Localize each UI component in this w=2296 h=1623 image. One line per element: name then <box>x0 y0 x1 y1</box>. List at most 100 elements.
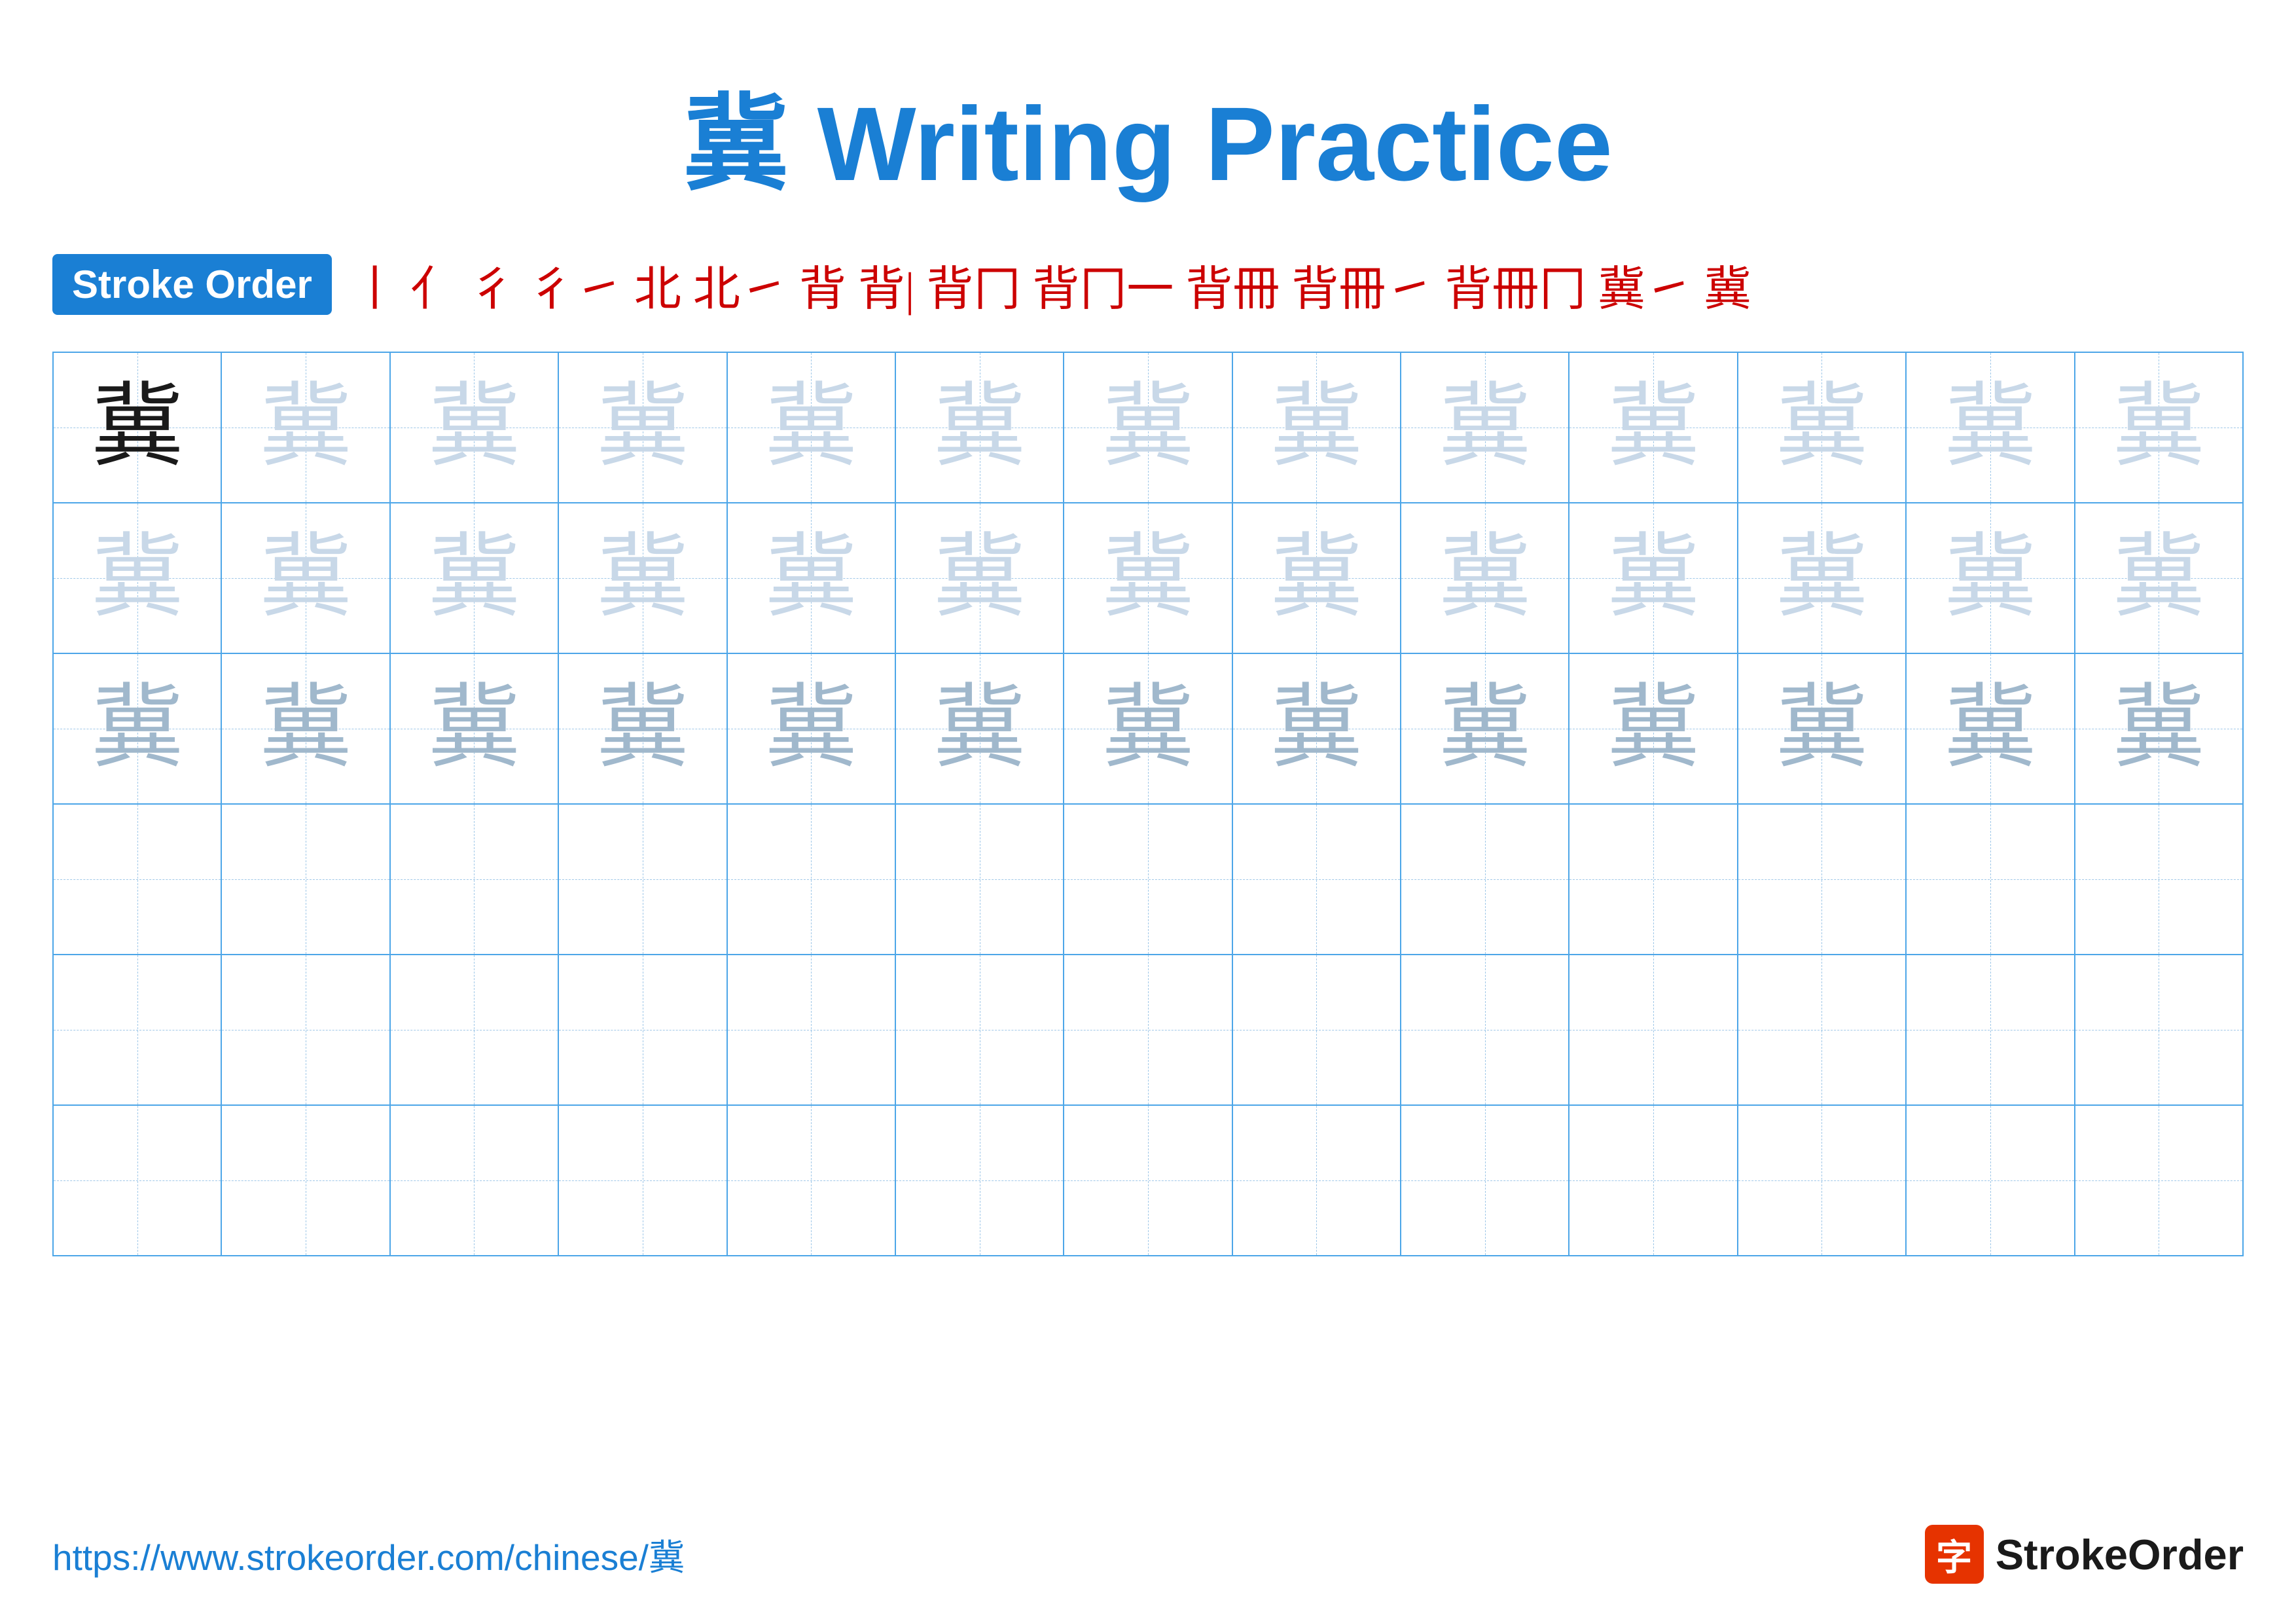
grid-cell-6-9[interactable] <box>1401 1105 1569 1256</box>
grid-cell-2-8[interactable]: 冀 <box>1232 503 1401 653</box>
grid-cell-5-4[interactable] <box>558 955 726 1105</box>
grid-cell-2-11[interactable]: 冀 <box>1738 503 1906 653</box>
grid-cell-5-12[interactable] <box>1906 955 2074 1105</box>
character-guide: 冀 <box>92 678 183 779</box>
grid-cell-6-12[interactable] <box>1906 1105 2074 1256</box>
grid-cell-5-13[interactable] <box>2075 955 2244 1105</box>
grid-cell-3-10[interactable]: 冀 <box>1569 653 1737 804</box>
grid-cell-2-1[interactable]: 冀 <box>53 503 221 653</box>
grid-cell-1-3[interactable]: 冀 <box>390 352 558 503</box>
grid-cell-6-5[interactable] <box>727 1105 895 1256</box>
character-guide: 冀 <box>1776 527 1867 629</box>
grid-cell-6-3[interactable] <box>390 1105 558 1256</box>
grid-cell-4-13[interactable] <box>2075 804 2244 955</box>
grid-cell-4-9[interactable] <box>1401 804 1569 955</box>
grid-cell-5-2[interactable] <box>221 955 389 1105</box>
character-guide: 冀 <box>2113 678 2204 779</box>
grid-cell-6-2[interactable] <box>221 1105 389 1256</box>
page-title: 冀 Writing Practice <box>683 85 1613 202</box>
stroke-5: 北 <box>634 250 681 319</box>
grid-cell-3-12[interactable]: 冀 <box>1906 653 2074 804</box>
grid-cell-5-5[interactable] <box>727 955 895 1105</box>
grid-cell-3-5[interactable]: 冀 <box>727 653 895 804</box>
grid-cell-3-7[interactable]: 冀 <box>1064 653 1232 804</box>
grid-cell-4-11[interactable] <box>1738 804 1906 955</box>
character-guide: 冀 <box>428 678 520 779</box>
grid-cell-6-7[interactable] <box>1064 1105 1232 1256</box>
grid-cell-3-2[interactable]: 冀 <box>221 653 389 804</box>
grid-cell-1-8[interactable]: 冀 <box>1232 352 1401 503</box>
stroke-14: 冀㇀ <box>1598 250 1692 319</box>
grid-cell-2-7[interactable]: 冀 <box>1064 503 1232 653</box>
grid-cell-6-8[interactable] <box>1232 1105 1401 1256</box>
grid-cell-4-1[interactable] <box>53 804 221 955</box>
grid-cell-3-6[interactable]: 冀 <box>895 653 1064 804</box>
character-guide: 冀 <box>934 678 1026 779</box>
grid-cell-2-5[interactable]: 冀 <box>727 503 895 653</box>
grid-cell-3-13[interactable]: 冀 <box>2075 653 2244 804</box>
grid-cell-2-6[interactable]: 冀 <box>895 503 1064 653</box>
grid-cell-3-3[interactable]: 冀 <box>390 653 558 804</box>
grid-cell-5-3[interactable] <box>390 955 558 1105</box>
grid-cell-3-8[interactable]: 冀 <box>1232 653 1401 804</box>
character-guide: 冀 <box>1439 527 1531 629</box>
grid-cell-2-2[interactable]: 冀 <box>221 503 389 653</box>
grid-cell-3-9[interactable]: 冀 <box>1401 653 1569 804</box>
stroke-15: 冀 <box>1704 250 1751 319</box>
grid-cell-3-11[interactable]: 冀 <box>1738 653 1906 804</box>
stroke-sequence: 丨 亻 彳 彳㇀ 北 北㇀ 背 背| 背冂 背冂一 背冊 背冊㇀ 背冊冂 冀㇀ … <box>351 250 1751 319</box>
grid-cell-1-12[interactable]: 冀 <box>1906 352 2074 503</box>
grid-cell-5-10[interactable] <box>1569 955 1737 1105</box>
grid-cell-3-4[interactable]: 冀 <box>558 653 726 804</box>
grid-cell-4-2[interactable] <box>221 804 389 955</box>
grid-cell-1-7[interactable]: 冀 <box>1064 352 1232 503</box>
grid-cell-1-9[interactable]: 冀 <box>1401 352 1569 503</box>
grid-cell-2-12[interactable]: 冀 <box>1906 503 2074 653</box>
character-guide: 冀 <box>1270 678 1362 779</box>
grid-cell-4-10[interactable] <box>1569 804 1737 955</box>
footer-url[interactable]: https://www.strokeorder.com/chinese/冀 <box>52 1528 685 1580</box>
grid-cell-4-3[interactable] <box>390 804 558 955</box>
grid-cell-5-8[interactable] <box>1232 955 1401 1105</box>
character-guide: 冀 <box>1102 678 1194 779</box>
grid-cell-5-1[interactable] <box>53 955 221 1105</box>
grid-cell-5-7[interactable] <box>1064 955 1232 1105</box>
grid-cell-4-5[interactable] <box>727 804 895 955</box>
grid-cell-4-6[interactable] <box>895 804 1064 955</box>
grid-cell-2-4[interactable]: 冀 <box>558 503 726 653</box>
grid-cell-2-9[interactable]: 冀 <box>1401 503 1569 653</box>
grid-cell-4-12[interactable] <box>1906 804 2074 955</box>
grid-cell-1-5[interactable]: 冀 <box>727 352 895 503</box>
grid-cell-1-2[interactable]: 冀 <box>221 352 389 503</box>
grid-cell-2-13[interactable]: 冀 <box>2075 503 2244 653</box>
grid-cell-4-7[interactable] <box>1064 804 1232 955</box>
grid-cell-5-11[interactable] <box>1738 955 1906 1105</box>
grid-cell-6-13[interactable] <box>2075 1105 2244 1256</box>
grid-cell-6-11[interactable] <box>1738 1105 1906 1256</box>
grid-cell-1-4[interactable]: 冀 <box>558 352 726 503</box>
stroke-4: 彳㇀ <box>528 250 622 319</box>
grid-cell-6-1[interactable] <box>53 1105 221 1256</box>
character-guide: 冀 <box>260 527 351 629</box>
grid-cell-6-4[interactable] <box>558 1105 726 1256</box>
grid-cell-2-3[interactable]: 冀 <box>390 503 558 653</box>
stroke-10: 背冂一 <box>1032 250 1174 319</box>
stroke-order-badge: Stroke Order <box>52 254 332 315</box>
grid-cell-3-1[interactable]: 冀 <box>53 653 221 804</box>
grid-cell-6-10[interactable] <box>1569 1105 1737 1256</box>
grid-cell-4-4[interactable] <box>558 804 726 955</box>
grid-cell-1-13[interactable]: 冀 <box>2075 352 2244 503</box>
stroke-7: 背 <box>799 250 846 319</box>
grid-cell-1-11[interactable]: 冀 <box>1738 352 1906 503</box>
character-guide: 冀 <box>1607 527 1699 629</box>
footer-brand: 字 StrokeOrder <box>1925 1525 2244 1584</box>
grid-cell-1-6[interactable]: 冀 <box>895 352 1064 503</box>
grid-cell-4-8[interactable] <box>1232 804 1401 955</box>
grid-cell-5-6[interactable] <box>895 955 1064 1105</box>
brand-icon: 字 <box>1925 1525 1984 1584</box>
grid-cell-6-6[interactable] <box>895 1105 1064 1256</box>
grid-cell-1-10[interactable]: 冀 <box>1569 352 1737 503</box>
grid-cell-5-9[interactable] <box>1401 955 1569 1105</box>
grid-cell-2-10[interactable]: 冀 <box>1569 503 1737 653</box>
grid-cell-1-1[interactable]: 冀 <box>53 352 221 503</box>
